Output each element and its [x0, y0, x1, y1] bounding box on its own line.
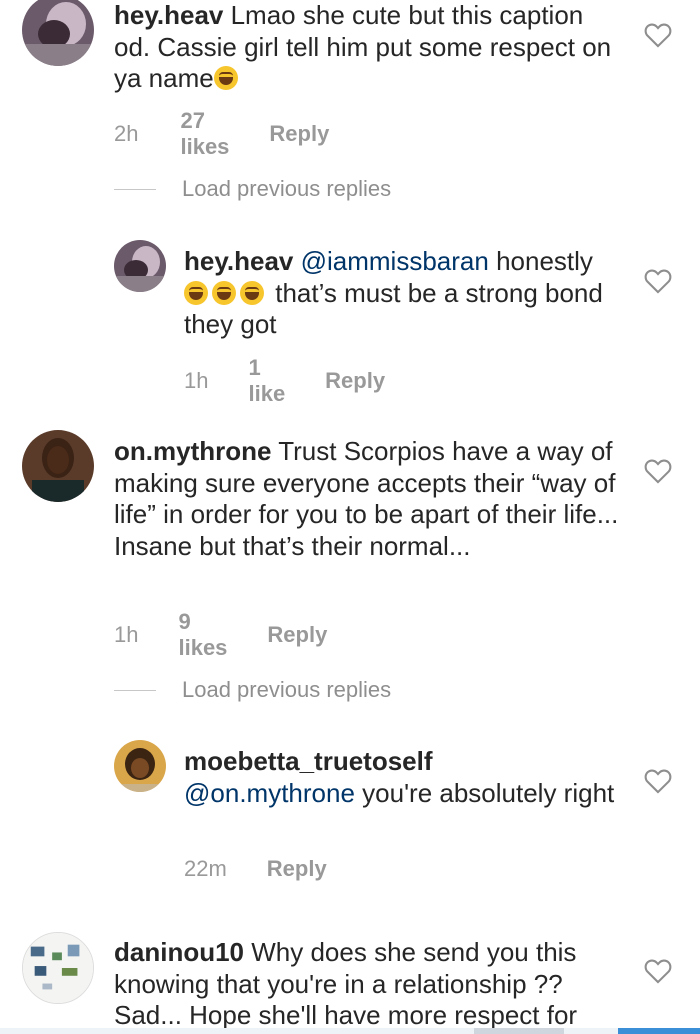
- comment-likes[interactable]: 27 likes: [180, 108, 229, 160]
- comment-likes[interactable]: 1 like: [248, 355, 285, 407]
- heart-outline-icon[interactable]: [644, 268, 672, 294]
- comment-username[interactable]: on.mythrone: [114, 436, 271, 466]
- avatar[interactable]: [22, 932, 94, 1004]
- load-previous-replies[interactable]: Load previous replies: [114, 677, 391, 703]
- comment-meta: 22m Reply: [184, 856, 327, 882]
- heart-outline-icon[interactable]: [644, 458, 672, 484]
- laughing-emoji-icon: [240, 280, 264, 305]
- comment-username[interactable]: hey.heav: [184, 246, 293, 276]
- avatar-image: [22, 430, 94, 502]
- divider-line: [114, 689, 156, 691]
- heart-outline-icon[interactable]: [644, 768, 672, 794]
- laughing-emoji-icon: [184, 280, 208, 305]
- comment-meta: 2h 27 likes Reply: [114, 108, 329, 160]
- comment-likes[interactable]: 9 likes: [178, 609, 227, 661]
- avatar[interactable]: [114, 740, 166, 792]
- reply-button[interactable]: Reply: [325, 368, 385, 394]
- comment-meta: 1h 1 like Reply: [184, 355, 385, 407]
- comment-body: you're absolutely right: [362, 777, 615, 808]
- avatar[interactable]: [22, 430, 94, 502]
- comment-username[interactable]: hey.heav: [114, 0, 223, 30]
- avatar-image: [23, 933, 93, 1003]
- comment-body: honestly: [496, 246, 593, 276]
- comment-time: 1h: [184, 368, 209, 393]
- comment-time: 1h: [114, 622, 139, 647]
- divider-line: [114, 188, 156, 190]
- comment-text: daninou10 Why does she send you this kno…: [114, 937, 624, 1032]
- avatar[interactable]: [114, 240, 166, 292]
- comment-time: 2h: [114, 121, 139, 146]
- avatar-image: [114, 740, 166, 792]
- mention-link[interactable]: @iammissbaran: [301, 246, 489, 276]
- comment-username[interactable]: moebetta_truetoself: [184, 746, 433, 776]
- heart-outline-icon[interactable]: [644, 958, 672, 984]
- reply-button[interactable]: Reply: [267, 622, 327, 648]
- heart-outline-icon[interactable]: [644, 22, 672, 48]
- reply-button[interactable]: Reply: [267, 856, 327, 882]
- comment-text: on.mythrone Trust Scorpios have a way of…: [114, 436, 624, 562]
- comment-text: moebetta_truetoself @on.mythrone you're …: [184, 746, 624, 809]
- load-previous-replies[interactable]: Load previous replies: [114, 176, 391, 202]
- load-previous-label[interactable]: Load previous replies: [182, 677, 391, 703]
- comment-text: hey.heav @iammissbaran honestly that’s m…: [184, 246, 624, 341]
- laughing-emoji-icon: [213, 66, 238, 90]
- avatar-image: [114, 240, 166, 292]
- comment-time: 22m: [184, 856, 227, 881]
- nav-segment-active: [618, 1028, 700, 1034]
- comment-username[interactable]: daninou10: [114, 937, 244, 967]
- load-previous-label[interactable]: Load previous replies: [182, 176, 391, 202]
- bottom-nav-edge: [0, 1028, 700, 1034]
- avatar[interactable]: [22, 0, 94, 66]
- reply-button[interactable]: Reply: [269, 121, 329, 147]
- avatar-image: [22, 0, 94, 66]
- comment-meta: 1h 9 likes Reply: [114, 609, 327, 661]
- mention-link[interactable]: @on.mythrone: [184, 778, 355, 808]
- nav-segment: [474, 1028, 564, 1034]
- comment-text: hey.heav Lmao she cute but this caption …: [114, 0, 624, 95]
- laughing-emoji-icon: [212, 280, 236, 305]
